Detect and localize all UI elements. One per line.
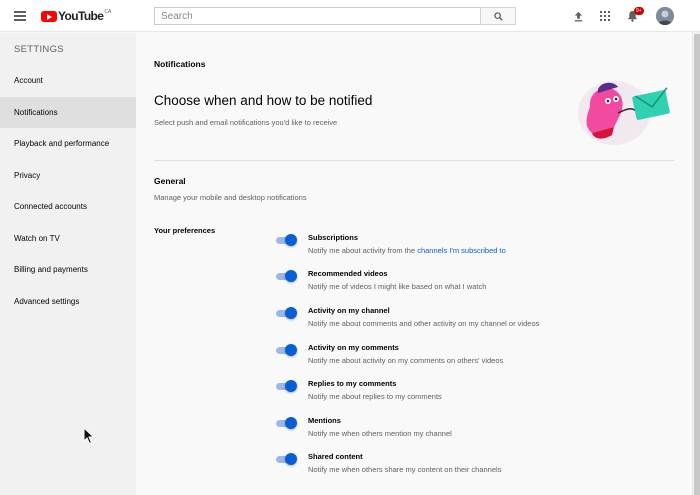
youtube-play-icon [41, 10, 57, 22]
pref-activity-comments: Activity on my comments Notify me about … [276, 343, 676, 373]
pref-title: Shared content [308, 452, 363, 461]
apps-icon[interactable] [597, 8, 613, 24]
subscribed-channels-link[interactable]: channels I'm subscribed to [417, 246, 506, 255]
subheadline: Select push and email notifications you'… [154, 118, 338, 127]
search-icon [493, 11, 503, 21]
toggle-switch[interactable] [276, 380, 298, 392]
avatar[interactable] [656, 7, 674, 25]
pref-title: Replies to my comments [308, 379, 397, 388]
pref-description: Notify me of videos I might like based o… [308, 282, 487, 291]
pref-shared-content: Shared content Notify me when others sha… [276, 452, 676, 482]
top-bar: YouTube CA 9+ [0, 0, 700, 32]
pref-desc-text: Notify me about activity from the [308, 246, 418, 255]
divider [154, 160, 674, 161]
toggle-switch[interactable] [276, 307, 298, 319]
scrollbar[interactable] [692, 32, 700, 495]
search-input[interactable] [154, 7, 480, 25]
pref-recommended-videos: Recommended videos Notify me of videos I… [276, 269, 676, 299]
pref-subscriptions: Subscriptions Notify me about activity f… [276, 233, 676, 263]
notification-illustration [578, 81, 670, 145]
pref-description: Notify me about activity on my comments … [308, 356, 504, 365]
pref-description: Notify me about activity from the channe… [308, 246, 506, 255]
pref-title: Activity on my channel [308, 306, 390, 315]
logo-country-code: CA [104, 9, 112, 15]
sidebar-item-privacy[interactable]: Privacy [0, 160, 136, 191]
toggle-switch[interactable] [276, 453, 298, 465]
preferences-label: Your preferences [154, 226, 216, 235]
sidebar-item-playback[interactable]: Playback and performance [0, 128, 136, 159]
menu-icon[interactable] [14, 11, 26, 21]
logo-text: YouTube [58, 9, 104, 23]
scrollbar-thumb[interactable] [694, 34, 700, 495]
search-bar [154, 7, 516, 25]
pref-mentions: Mentions Notify me when others mention m… [276, 416, 676, 446]
toggle-switch[interactable] [276, 344, 298, 356]
notification-badge: 9+ [634, 7, 644, 15]
pref-description: Notify me about replies to my comments [308, 392, 442, 401]
sidebar-heading: SETTINGS [14, 44, 64, 55]
pref-title: Activity on my comments [308, 343, 399, 352]
pref-title: Mentions [308, 416, 341, 425]
pref-description: Notify me about comments and other activ… [308, 319, 540, 328]
section-subtitle: Manage your mobile and desktop notificat… [154, 193, 307, 202]
sidebar-item-account[interactable]: Account [0, 65, 136, 96]
pref-title: Recommended videos [308, 269, 388, 278]
pref-description: Notify me when others share my content o… [308, 465, 502, 474]
pref-description: Notify me when others mention my channel [308, 429, 452, 438]
main-content: Notifications Choose when and how to be … [136, 33, 692, 495]
sidebar-item-notifications[interactable]: Notifications [0, 97, 136, 128]
pref-replies: Replies to my comments Notify me about r… [276, 379, 676, 409]
sidebar-item-connected-accounts[interactable]: Connected accounts [0, 191, 136, 222]
toggle-switch[interactable] [276, 270, 298, 282]
sidebar-item-advanced[interactable]: Advanced settings [0, 286, 136, 317]
page-title: Notifications [154, 59, 206, 69]
pref-activity-channel: Activity on my channel Notify me about c… [276, 306, 676, 336]
upload-icon[interactable] [570, 8, 586, 24]
search-button[interactable] [480, 7, 516, 25]
youtube-logo[interactable]: YouTube CA [41, 9, 111, 23]
toggle-switch[interactable] [276, 417, 298, 429]
pref-title: Subscriptions [308, 233, 359, 242]
mouse-cursor-icon [83, 427, 95, 445]
toggle-switch[interactable] [276, 234, 298, 246]
section-title: General [154, 176, 186, 186]
sidebar-item-watch-on-tv[interactable]: Watch on TV [0, 223, 136, 254]
settings-sidebar: SETTINGS Account Notifications Playback … [0, 33, 136, 495]
headline: Choose when and how to be notified [154, 93, 373, 108]
sidebar-item-billing[interactable]: Billing and payments [0, 254, 136, 285]
